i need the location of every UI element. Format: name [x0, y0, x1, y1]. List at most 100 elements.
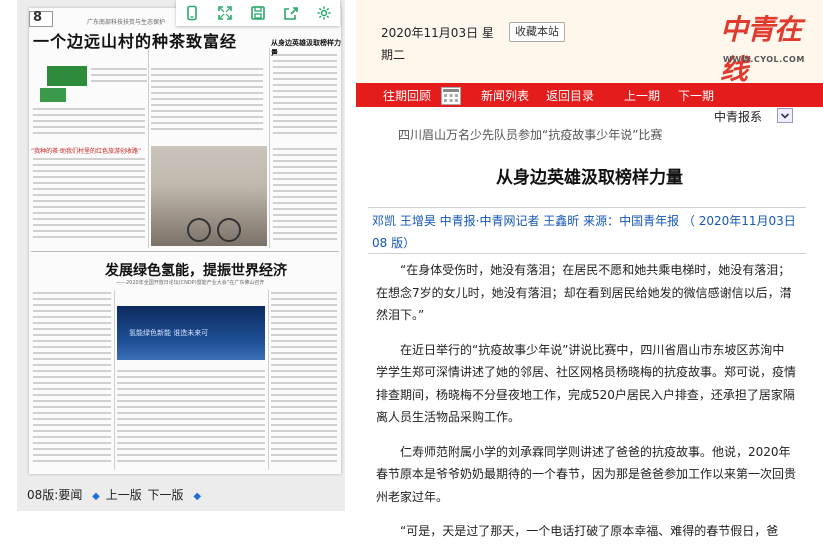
newspaper-page-thumbnail[interactable]: 8 广东南部科技扶贫与生态保护 一个边远山村的种茶致富经 从身边英雄汲取榜样力量 [29, 8, 341, 474]
paper-text-line [273, 60, 337, 62]
paper-text-line [33, 310, 111, 312]
paper-text-line [273, 148, 337, 150]
settings-icon[interactable] [316, 5, 332, 21]
green-label-block [47, 66, 87, 86]
paper-text-line [117, 376, 265, 378]
paper-text-line [117, 400, 265, 402]
paper-text-line [33, 108, 145, 110]
paper-text-line [271, 382, 337, 384]
paper-text-line [271, 418, 337, 420]
paper-text-line [271, 364, 337, 366]
paper-headline-lower[interactable]: 发展绿色氢能，提振世界经济 [105, 260, 287, 280]
paper-text-line [273, 214, 337, 216]
paper-headline-main[interactable]: 一个边远山村的种茶致富经 [33, 28, 237, 52]
paper-text-line [33, 182, 145, 184]
paper-red-caption: “我种的茶·助我们村里的红色旅游创收路” [31, 148, 142, 155]
paper-text-line [33, 436, 111, 438]
share-icon[interactable] [283, 5, 299, 21]
paper-text-line [271, 370, 337, 372]
paper-subhead-lower: ——2020年全国开放日论坛(CNDP)暨能产业大会”在广东佛山召开 [116, 280, 265, 286]
next-page-link[interactable]: 下一版 [148, 488, 184, 502]
newspaper-select[interactable]: 中青报系 [714, 108, 762, 125]
paper-text-line [33, 194, 145, 196]
save-icon[interactable] [250, 5, 266, 21]
paper-text-line [117, 394, 265, 396]
paper-photo-cyclist[interactable] [151, 146, 267, 246]
paper-text-line [33, 370, 111, 372]
photo-detail [187, 218, 211, 242]
paper-text-line [117, 388, 265, 390]
paper-text-line [273, 226, 337, 228]
paper-text-line [33, 230, 145, 232]
paper-text-line [33, 126, 145, 128]
nav-next-issue[interactable]: 下一期 [678, 87, 714, 104]
paper-text-line [151, 110, 263, 112]
article-paragraph: “可是，天是过了那天，一个电话打破了原本幸福、难得的春节假日，爸 [400, 524, 779, 538]
page-number: 8 [33, 10, 43, 25]
paper-text-line [33, 114, 145, 116]
nav-back-to-index[interactable]: 返回目录 [546, 87, 594, 104]
paper-text-line [271, 340, 337, 342]
date-label: 2020年11月03日 星 [381, 26, 494, 40]
paper-text-line [33, 200, 145, 202]
paper-text-line [271, 460, 337, 462]
newspaper-frame: 8 广东南部科技扶贫与生态保护 一个边远山村的种茶致富经 从身边英雄汲取榜样力量 [17, 0, 345, 511]
paper-text-line [33, 412, 111, 414]
paper-text-line [33, 212, 145, 214]
prev-page-link[interactable]: 上一版 [106, 488, 142, 502]
paper-text-line [117, 460, 265, 462]
paper-text-line [273, 132, 337, 134]
newspaper-preview-panel: 8 广东南部科技扶贫与生态保护 一个边远山村的种茶致富经 从身边英雄汲取榜样力量 [0, 0, 356, 511]
paper-text-line [271, 346, 337, 348]
nav-previous-issue[interactable]: 上一期 [624, 87, 660, 104]
paper-text-line [33, 218, 145, 220]
paper-text-line [33, 322, 111, 324]
paper-page-nav: 08版:要闻 ◆ 上一版 下一版 ◆ [27, 486, 203, 503]
paper-text-line [271, 424, 337, 426]
add-favorite-button[interactable]: 收藏本站 [509, 22, 565, 42]
paper-text-line [33, 442, 111, 444]
nav-past-issues[interactable]: 往期回顾 [383, 87, 431, 104]
paper-text-line [33, 316, 111, 318]
paper-text-line [273, 90, 337, 92]
paper-text-line [33, 334, 111, 336]
nav-news-list[interactable]: 新闻列表 [481, 87, 529, 104]
paper-text-line [273, 184, 337, 186]
paper-text-line [33, 328, 111, 330]
paper-text-line [273, 166, 337, 168]
paper-photo-conference[interactable]: 氢能绿色新能 谁造未来可 [117, 306, 265, 360]
paper-text-line [33, 448, 111, 450]
paper-text-line [273, 208, 337, 210]
site-logo[interactable]: 中青在线 [720, 8, 823, 88]
phone-icon[interactable] [184, 5, 200, 21]
paper-text-line [271, 388, 337, 390]
paper-text-line [271, 394, 337, 396]
paper-text-line [33, 454, 111, 456]
paper-text-line [151, 116, 263, 118]
paper-text-line [33, 188, 145, 190]
paper-text-line [271, 298, 337, 300]
paper-text-line [33, 158, 145, 160]
paper-text-line [117, 382, 265, 384]
paper-text-line [271, 412, 337, 414]
article-paragraph: 仁寿师范附属小学的刘承霖同学则讲述了爸爸的抗疫故事。他说，2020年春节原本是爷… [376, 444, 797, 504]
paper-text-line [271, 376, 337, 378]
paper-text-line [117, 442, 265, 444]
paper-text-line [273, 108, 337, 110]
paper-kicker: 广东南部科技扶贫与生态保护 [87, 19, 166, 26]
chevron-down-icon[interactable] [777, 108, 793, 123]
paper-text-line [271, 406, 337, 408]
paper-text-line [273, 238, 337, 240]
paper-text-line [273, 160, 337, 162]
current-page-label[interactable]: 08版:要闻 [27, 488, 82, 502]
calendar-grid-icon[interactable] [441, 87, 461, 105]
paper-text-line [273, 84, 337, 86]
paper-text-line [273, 172, 337, 174]
paper-text-line [33, 406, 111, 408]
photo-screen-text: 氢能绿色新能 谁造未来可 [129, 329, 209, 337]
paper-text-line [271, 310, 337, 312]
paper-text-line [273, 126, 337, 128]
fullscreen-icon[interactable] [217, 5, 233, 21]
paper-text-line [33, 388, 111, 390]
paper-text-line [271, 430, 337, 432]
